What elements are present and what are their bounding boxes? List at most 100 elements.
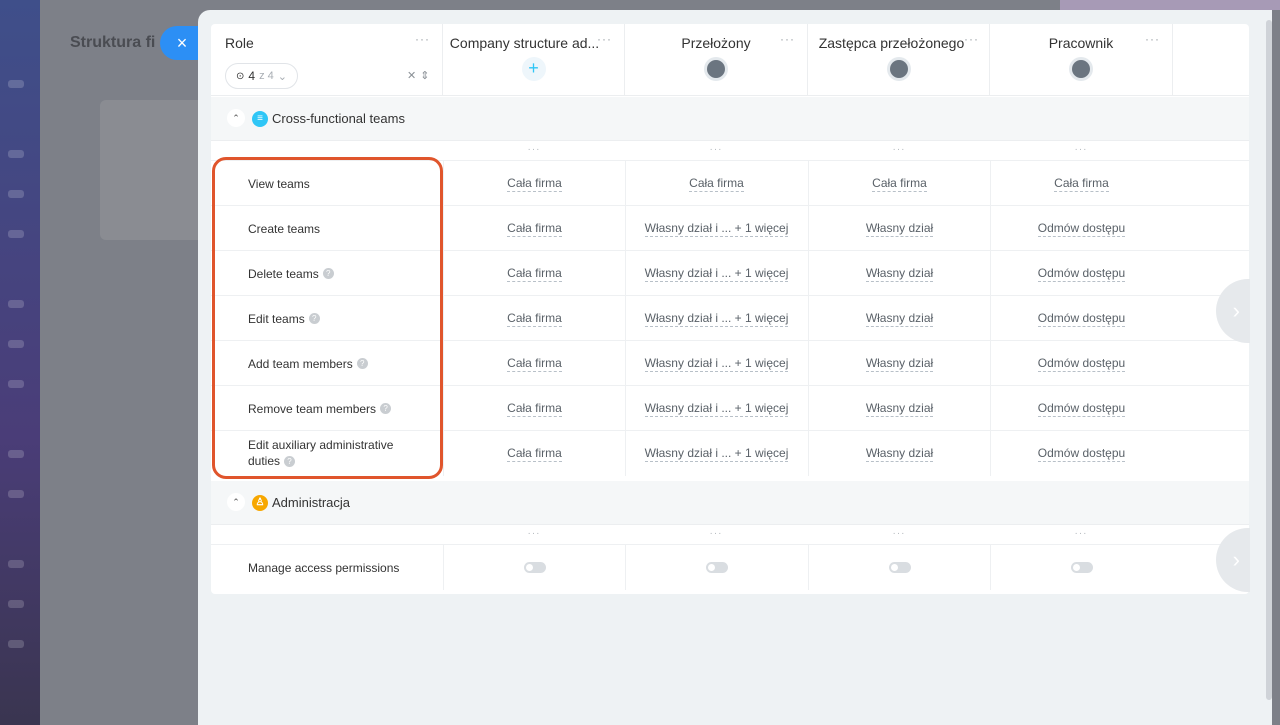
help-icon[interactable]: ?	[322, 268, 334, 279]
permission-value[interactable]: Cała firma	[443, 251, 625, 296]
column-options-button[interactable]: ···	[990, 528, 1172, 539]
left-navigation-bar	[0, 0, 40, 725]
permission-label: Delete teams?	[248, 251, 418, 296]
permission-value[interactable]: Cała firma	[443, 431, 625, 476]
admin-icon: ♙	[252, 495, 268, 511]
plus-icon[interactable]: +	[521, 57, 546, 81]
permission-value[interactable]: Własny dział i ... + 1 więcej	[625, 206, 807, 251]
permission-value[interactable]: Własny dział	[808, 386, 990, 431]
permission-value[interactable]: Cała firma	[443, 386, 625, 431]
column-menu-button[interactable]: ···	[1145, 32, 1160, 46]
column-header-pracownik[interactable]: Pracownik ···	[990, 24, 1173, 96]
column-options-button[interactable]: ···	[808, 144, 990, 155]
permission-label: Edit auxiliary administrative duties?	[248, 438, 394, 468]
permission-value[interactable]: Odmów dostępu	[990, 341, 1172, 386]
role-counter-selector[interactable]: ⊙ 4 z 4 ⌄	[225, 63, 298, 89]
eye-icon: ⊙	[236, 70, 245, 82]
section-cross-functional-teams[interactable]: ⌃ ≡ Cross-functional teams	[211, 97, 1249, 141]
column-menu-button[interactable]: ···	[597, 32, 612, 46]
permission-label: Edit teams?	[248, 296, 418, 341]
column-menu-button[interactable]: ···	[964, 32, 979, 46]
help-icon[interactable]: ?	[356, 358, 368, 369]
column-options-button[interactable]: ···	[808, 528, 990, 539]
chevron-up-icon[interactable]: ⌃	[227, 109, 245, 127]
permission-value[interactable]: Odmów dostępu	[990, 296, 1172, 341]
permission-toggle-cell	[625, 545, 807, 590]
permission-value[interactable]: Cała firma	[443, 161, 625, 206]
permission-value[interactable]: Cała firma	[625, 161, 807, 206]
close-icon: ×	[176, 32, 188, 53]
column-header-przelozony[interactable]: Przełożony ···	[625, 24, 808, 96]
group-avatar-icon	[886, 57, 911, 81]
role-counter-total: z 4	[259, 70, 274, 82]
permissions-table: Role ··· ⊙ 4 z 4 ⌄ ✕⇕ Company structure …	[211, 24, 1249, 594]
permission-value[interactable]: Cała firma	[443, 206, 625, 251]
chevron-right-icon: ›	[1232, 547, 1240, 572]
role-counter-current: 4	[248, 69, 256, 83]
column-options-button[interactable]: ···	[990, 144, 1172, 155]
permission-row-manage-access: Manage access permissions	[211, 544, 1249, 590]
permission-toggle[interactable]	[523, 562, 546, 573]
permission-row-remove-team-members: Remove team members? Cała firma Własny d…	[211, 385, 1249, 431]
permission-value[interactable]: Własny dział	[808, 341, 990, 386]
permission-value[interactable]: Odmów dostępu	[990, 386, 1172, 431]
role-column-title: Role	[225, 35, 254, 51]
permission-value[interactable]: Własny dział i ... + 1 więcej	[625, 296, 807, 341]
expand-icon[interactable]: ⇕	[420, 70, 433, 82]
table-header: Role ··· ⊙ 4 z 4 ⌄ ✕⇕ Company structure …	[211, 24, 1249, 96]
role-menu-button[interactable]: ···	[415, 32, 430, 46]
permission-row-edit-teams: Edit teams? Cała firma Własny dział i ..…	[211, 295, 1249, 341]
permission-value[interactable]: Cała firma	[443, 296, 625, 341]
permission-value[interactable]: Własny dział	[808, 296, 990, 341]
help-icon[interactable]: ?	[308, 313, 320, 324]
permission-toggle-cell	[808, 545, 990, 590]
background-header-strip	[1060, 0, 1280, 10]
permission-value[interactable]: Odmów dostępu	[990, 431, 1172, 476]
permission-toggle[interactable]	[888, 562, 911, 573]
permission-label: Manage access permissions	[248, 560, 400, 575]
column-options-button[interactable]: ···	[443, 144, 625, 155]
scrollbar[interactable]	[1266, 20, 1272, 700]
column-options-button[interactable]: ···	[625, 144, 807, 155]
user-avatar-icon	[1069, 57, 1093, 81]
permission-value[interactable]: Cała firma	[808, 161, 990, 206]
section-title: Cross-functional teams	[272, 111, 405, 126]
permission-row-create-teams: Create teams Cała firma Własny dział i .…	[211, 205, 1249, 251]
column-title: Zastępca przełożonego	[818, 35, 965, 51]
help-icon[interactable]: ?	[284, 456, 296, 468]
column-header-zastepca[interactable]: Zastępca przełożonego ···	[808, 24, 990, 96]
background-page-title: Struktura fi	[70, 34, 156, 51]
chevron-up-icon[interactable]: ⌃	[227, 493, 245, 511]
permission-value[interactable]: Własny dział	[808, 206, 990, 251]
permission-toggle[interactable]	[1070, 562, 1093, 573]
permission-value[interactable]: Własny dział	[808, 251, 990, 296]
collapse-expand-controls[interactable]: ✕⇕	[407, 69, 433, 82]
section-administracja[interactable]: ⌃ ♙ Administracja	[211, 481, 1249, 525]
section-title: Administracja	[272, 495, 351, 510]
permission-value[interactable]: Własny dział i ... + 1 więcej	[625, 341, 807, 386]
column-header-company-structure[interactable]: Company structure ad... ··· +	[443, 24, 625, 96]
permission-row-edit-auxiliary-duties: Edit auxiliary administrative duties? Ca…	[211, 430, 1249, 476]
permission-label: View teams	[248, 176, 310, 191]
permission-value[interactable]: Własny dział i ... + 1 więcej	[625, 251, 807, 296]
permission-toggle[interactable]	[705, 562, 728, 573]
permission-value[interactable]: Cała firma	[443, 341, 625, 386]
permission-value[interactable]: Własny dział i ... + 1 więcej	[625, 431, 807, 476]
permission-value[interactable]: Odmów dostępu	[990, 251, 1172, 296]
collapse-icon[interactable]: ✕	[407, 70, 420, 82]
help-icon[interactable]: ?	[380, 403, 392, 414]
column-options-button[interactable]: ···	[443, 528, 625, 539]
group-avatar-icon	[704, 57, 728, 81]
permission-value[interactable]: Własny dział	[808, 431, 990, 476]
close-slider-button[interactable]: ×	[160, 26, 200, 60]
permission-label: Remove team members?	[248, 386, 418, 431]
permission-label: Add team members?	[248, 341, 418, 386]
permission-value[interactable]: Odmów dostępu	[990, 206, 1172, 251]
column-options-button[interactable]: ···	[625, 528, 807, 539]
teams-icon: ≡	[252, 111, 268, 127]
permission-value[interactable]: Cała firma	[990, 161, 1172, 206]
chevron-down-icon: ⌄	[277, 70, 287, 83]
permission-label: Create teams	[248, 221, 321, 236]
permission-value[interactable]: Własny dział i ... + 1 więcej	[625, 386, 807, 431]
column-menu-button[interactable]: ···	[780, 32, 795, 46]
